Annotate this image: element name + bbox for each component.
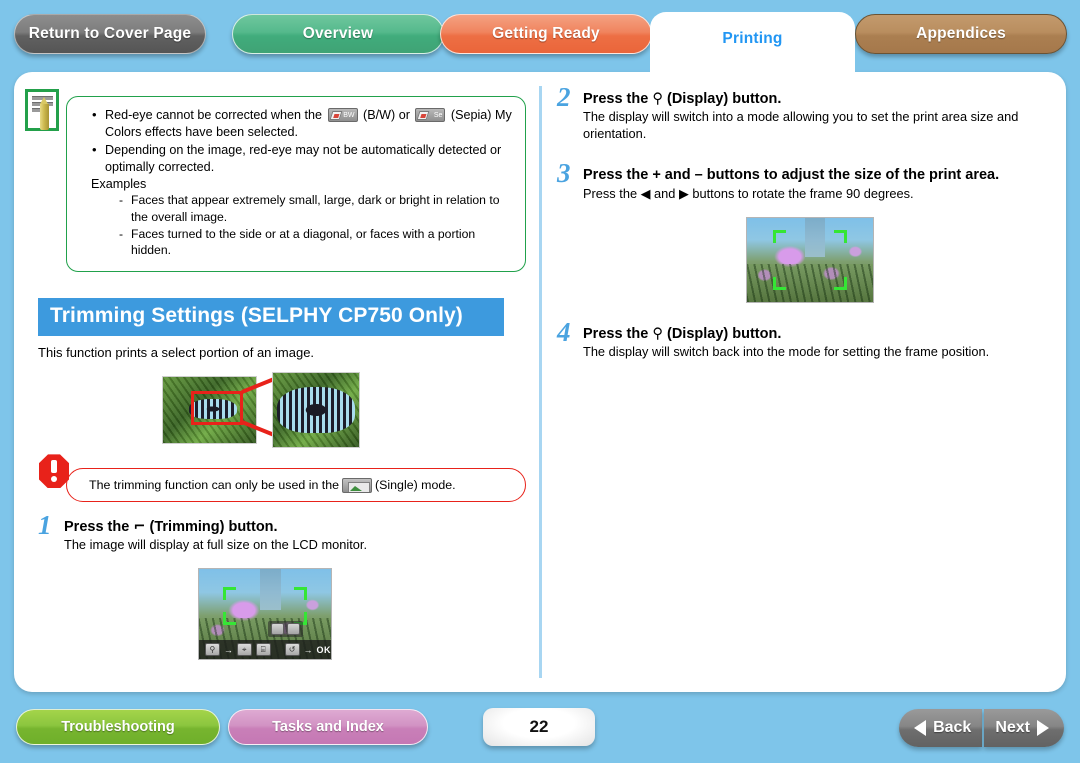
step-3: 3 Press the + and – buttons to adjust th… [557,158,1047,204]
step-title: Press the ⚲ (Display) button. [583,90,1047,108]
ok-label: OK [316,644,331,655]
tab-label: Printing [722,30,783,47]
left-column: Red-eye cannot be corrected when the BW … [25,84,528,661]
tasks-and-index-button[interactable]: Tasks and Index [228,709,428,745]
note-bullet-list: Red-eye cannot be corrected when the BW … [91,106,513,175]
next-button[interactable]: Next [984,709,1064,747]
tab-appendices[interactable]: Appendices [855,14,1067,54]
note-text: Depending on the image, red-eye may not … [105,143,502,174]
butterfly-trimmed-photo [272,372,360,449]
note-examples-list: Faces that appear extremely small, large… [117,192,513,258]
section-intro-text: This function prints a select portion of… [38,345,315,361]
step-title: Press the ⚲ (Display) button. [583,325,1047,343]
step-body: The display will switch back into the mo… [583,344,990,360]
chip-label: BW [343,112,355,119]
note-pencil-icon [25,89,59,131]
back-button[interactable]: Back [899,709,983,747]
step-number: 4 [557,317,571,348]
left-triangle-icon [914,720,927,736]
page-content-panel: Red-eye cannot be corrected when the BW … [14,72,1066,692]
step-title-pre: Press the [583,326,649,343]
tab-getting-ready[interactable]: Getting Ready [440,14,652,54]
step-title: Press the + and – buttons to adjust the … [583,167,1000,184]
note-text-mid: (B/W) or [363,108,410,122]
right-triangle-icon [1037,720,1049,736]
lcd-status-bar: ⚲ → ⌖ ⌸ ↺ → OK [199,640,331,660]
step-body: The image will display at full size on t… [64,537,367,553]
tab-return-to-cover-page[interactable]: Return to Cover Page [14,14,206,54]
frame-size-icon: ⌖ [236,643,252,657]
page-number-display: 22 [483,708,595,746]
move-frame-icon [270,623,284,636]
step-number: 3 [557,158,571,189]
step-body: The display will switch into a mode allo… [583,109,1019,141]
step-title-pre: Press the [583,91,649,107]
step-title-post: (Display) button. [666,91,782,107]
tab-label: Return to Cover Page [28,25,192,42]
button-label: Back [933,719,972,736]
right-arrow-button-icon: ▶ [678,186,689,202]
step-2: 2 Press the ⚲ (Display) button. The disp… [557,82,1047,142]
display-button-icon: ⚲ [205,643,220,657]
step-body-post: buttons to rotate the frame 90 degrees. [692,185,914,201]
note-text-pre: Red-eye cannot be corrected when the [105,108,323,122]
left-arrow-button-icon: ◀ [640,186,651,202]
step-number: 1 [38,510,52,541]
step-number: 2 [557,82,571,112]
page-nav-buttons: Back Next [899,709,1064,747]
rotate-frame-icon [286,623,300,636]
warning-text-pre: The trimming function can only be used i… [89,478,340,493]
button-label: Next [995,719,1030,736]
button-label: Tasks and Index [272,719,384,735]
right-column: 2 Press the ⚲ (Display) button. The disp… [557,82,1047,361]
bw-effect-icon: BW [327,108,358,122]
examples-label: Examples [91,177,147,192]
step-body: Press the ◀ and ▶ buttons to rotate the … [583,186,1047,204]
warning-box: The trimming function can only be used i… [39,454,526,503]
butterfly-full-photo [162,376,257,445]
sepia-effect-icon: Se [415,108,446,122]
tab-printing[interactable]: Printing [650,12,855,74]
arrow-glyph: → [303,644,313,655]
lcd-print-area-size-preview [746,217,874,304]
warning-octagon-icon [39,454,69,489]
note-bullet-item: Depending on the image, red-eye may not … [91,141,513,175]
step-body-mid: and [654,185,676,201]
column-divider [539,86,542,678]
single-photo-icon [342,477,373,493]
step-title-post: (Trimming) button. [149,519,278,536]
note-example-item: Faces turned to the side or at a diagona… [117,226,513,258]
lcd-move-indicator [267,621,303,638]
button-label: Troubleshooting [61,719,175,735]
tab-label: Appendices [916,25,1006,42]
step-body-pre: Press the [583,185,638,201]
note-bullet-item: Red-eye cannot be corrected when the BW … [91,106,513,140]
warning-text-post: (Single) mode. [375,478,456,493]
bottom-navigation-bar: Troubleshooting Tasks and Index 22 Back … [0,700,1080,763]
trimming-button-icon: ⌐ [133,519,146,536]
tab-overview[interactable]: Overview [232,14,444,54]
troubleshooting-button[interactable]: Troubleshooting [16,709,220,745]
step-title-pre: Press the [64,519,130,536]
top-tab-bar: Return to Cover Page Overview Getting Re… [0,0,1080,74]
step-4: 4 Press the ⚲ (Display) button. The disp… [557,317,1047,361]
step-1: 1 Press the ⌐ (Trimming) button. The ima… [38,510,528,554]
trimming-button-icon: ↺ [284,643,300,657]
trimming-example-illustration [162,372,360,450]
section-heading: Trimming Settings (SELPHY CP750 Only) [38,298,504,337]
arrow-glyph: → [223,644,233,655]
step-title: Press the ⌐ (Trimming) button. [64,518,528,536]
chip-label: Se [433,112,443,119]
display-button-icon: ⚲ [652,91,663,107]
note-box: Red-eye cannot be corrected when the BW … [25,89,526,273]
display-button-icon: ⚲ [652,326,663,343]
note-example-item: Faces that appear extremely small, large… [117,192,513,224]
tab-label: Getting Ready [492,25,600,42]
red-selection-rectangle [191,391,243,426]
frame-rotate-icon: ⌸ [255,643,271,657]
tab-label: Overview [302,25,374,42]
step-title-post: (Display) button. [666,326,782,343]
lcd-trimming-frame-preview: ⚲ → ⌖ ⌸ ↺ → OK [198,568,332,661]
